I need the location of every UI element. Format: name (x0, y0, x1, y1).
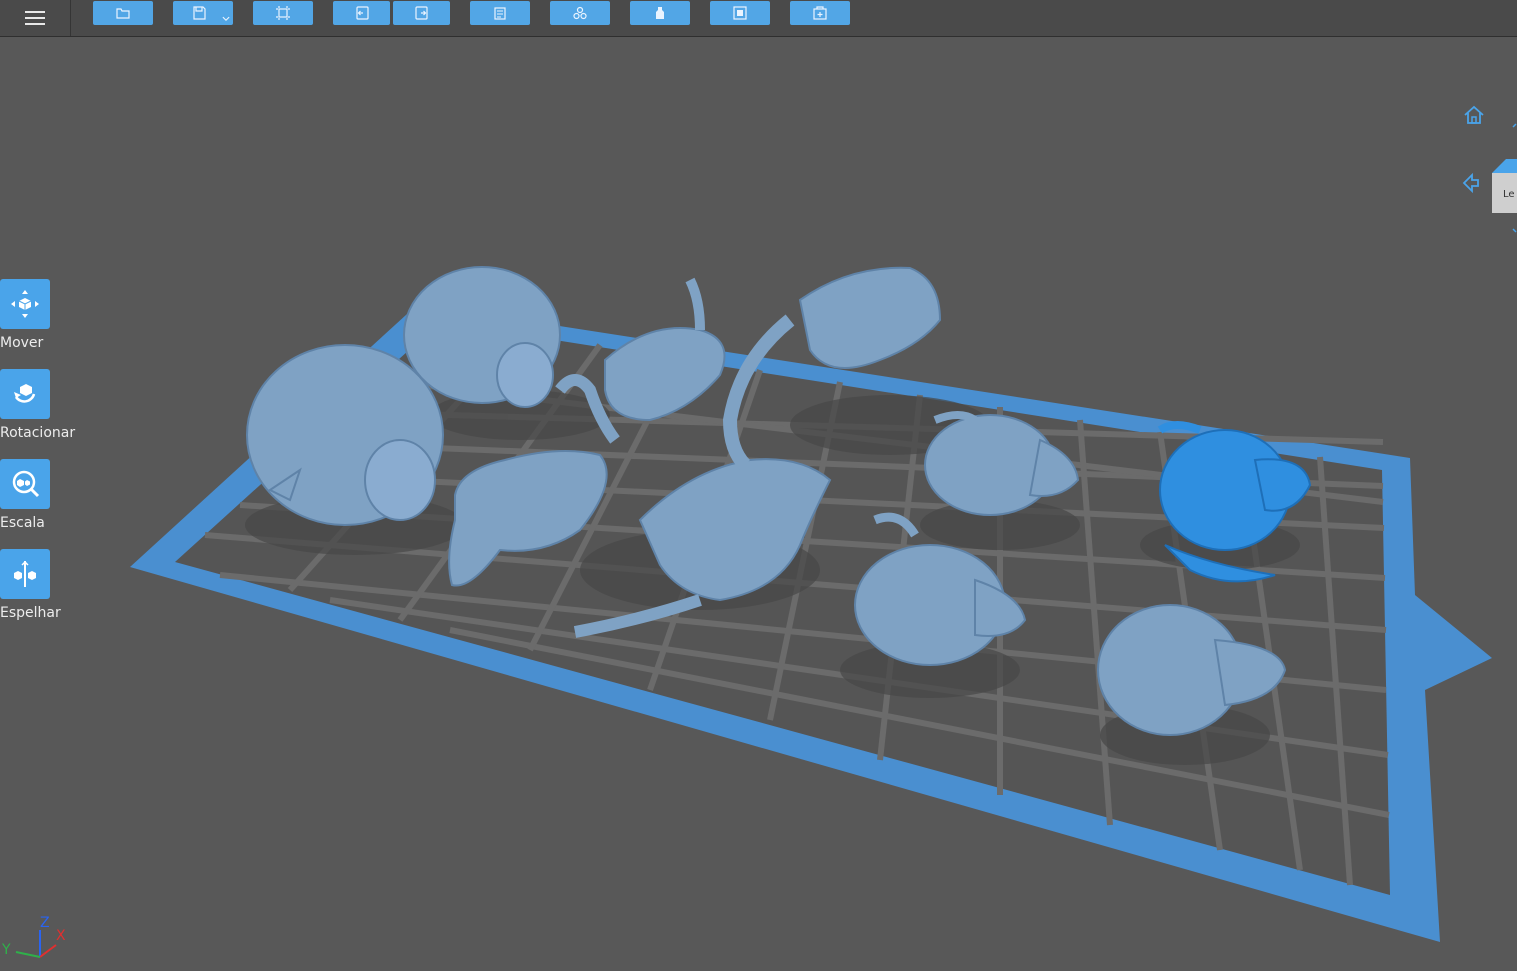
menu-button[interactable] (0, 0, 71, 36)
open-file-button[interactable] (93, 1, 153, 25)
model-ogre-head-large (246, 344, 444, 526)
copy-icon (494, 7, 506, 20)
mirror-button[interactable] (0, 549, 50, 599)
axis-x-label: X (56, 928, 66, 944)
hamburger-menu-icon (25, 11, 45, 25)
frame-icon (276, 6, 290, 20)
view-cube[interactable] (1488, 123, 1517, 233)
add-button[interactable] (790, 1, 850, 25)
add-box-icon (813, 6, 827, 20)
supports-button[interactable] (630, 1, 690, 25)
build-plate-scene (130, 266, 1492, 942)
scale-icon (12, 470, 40, 498)
top-toolbar (0, 0, 1517, 37)
copy-button[interactable] (470, 1, 530, 25)
tool-rotate[interactable]: Rotacionar (0, 369, 76, 441)
view-cube-face-label: Le (1503, 189, 1515, 200)
floppy-disk-icon (193, 6, 206, 20)
move-button[interactable] (0, 279, 50, 329)
move-icon (11, 290, 39, 318)
home-view-icon[interactable] (1462, 103, 1486, 127)
redo-button[interactable] (393, 1, 450, 25)
arrange-button[interactable] (550, 1, 610, 25)
undo-icon (355, 6, 369, 20)
bottle-icon (656, 7, 664, 19)
hollow-icon (733, 6, 747, 20)
mirror-label: Espelhar (0, 605, 61, 621)
undo-button[interactable] (333, 1, 390, 25)
axis-indicator: Z X Y (2, 915, 66, 958)
mirror-icon (14, 560, 36, 587)
rotate-left-arrow-icon[interactable] (1460, 171, 1484, 195)
save-button[interactable] (173, 1, 233, 25)
rotate-icon (14, 384, 36, 403)
redo-icon (414, 6, 428, 20)
arrange-icon (573, 6, 587, 20)
scale-label: Escala (0, 515, 45, 531)
move-label: Mover (0, 335, 44, 351)
chevron-down-icon (222, 16, 230, 22)
axis-z-label: Z (40, 915, 50, 931)
fit-view-button[interactable] (253, 1, 313, 25)
scale-button[interactable] (0, 459, 50, 509)
rotate-label: Rotacionar (0, 425, 76, 441)
tool-scale[interactable]: Escala (0, 459, 74, 531)
folder-icon (116, 8, 130, 19)
hollow-button[interactable] (710, 1, 770, 25)
3d-viewport[interactable]: Mover Rotacionar Escala Espelhar Le Z X … (0, 37, 1517, 971)
axis-y-label: Y (2, 942, 11, 958)
tool-mirror[interactable]: Espelhar (0, 549, 74, 621)
rotate-button[interactable] (0, 369, 50, 419)
tool-move[interactable]: Mover (0, 279, 74, 351)
